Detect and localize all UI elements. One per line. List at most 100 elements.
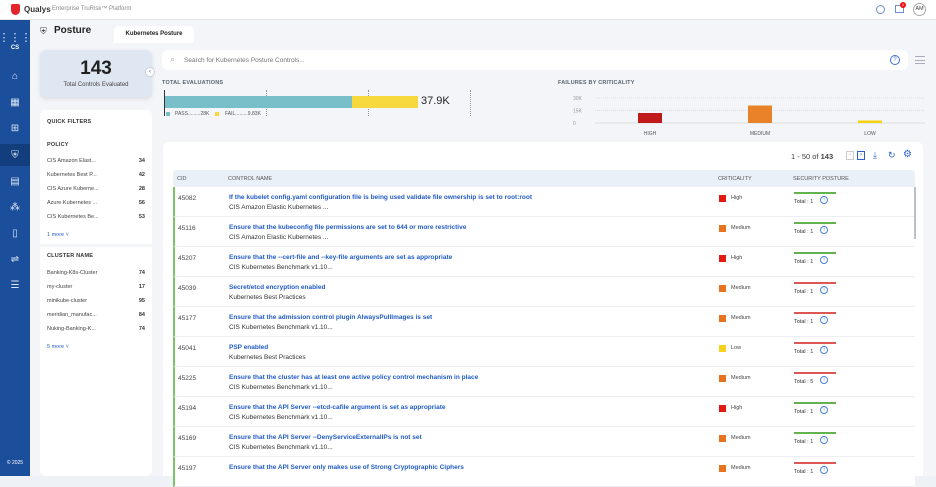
copyright: © 2025 [6,460,24,466]
table-row[interactable]: 45169 Ensure that the API Server --DenyS… [173,427,915,457]
help-icon[interactable] [876,5,885,14]
control-name-link[interactable]: Ensure that the API Server --etcd-cafile… [229,404,446,411]
table-row[interactable]: 45116 Ensure that the kubeconfig file pe… [173,217,915,247]
info-icon[interactable]: i [820,316,828,324]
quick-filters-panel [40,110,152,476]
posture-status-bar [794,282,836,284]
document-icon[interactable]: ▯ [0,222,30,244]
cluster-filter-item[interactable]: Banking-K8s-Cluster 74 [47,270,145,276]
control-policy: CIS Kubernetes Benchmark v1.10... [229,384,333,391]
cluster-filter-item[interactable]: Nuking-Banking-K... 74 [47,326,145,332]
menu-icon[interactable] [915,56,925,64]
table-row[interactable]: 45194 Ensure that the API Server --etcd-… [173,397,915,427]
control-policy: CIS Kubernetes Benchmark v1.10... [229,324,333,331]
policies-icon[interactable]: ⇌ [0,248,30,270]
header-security-posture[interactable]: SECURITY POSTURE [793,176,849,182]
dashboard-icon[interactable]: ▦ [0,91,30,113]
info-icon[interactable]: i [820,436,828,444]
table-row[interactable]: 45225 Ensure that the cluster has at lea… [173,367,915,397]
posture-icon[interactable]: ⛨ [0,144,30,166]
cluster-filter-item[interactable]: my-cluster 17 [47,284,145,290]
tab-label: Kubernetes Posture [125,31,183,37]
posture-icon: ⛨ [40,26,47,36]
info-icon[interactable]: i [820,256,828,264]
criticality-swatch [719,195,726,202]
user-avatar[interactable]: AM [913,3,926,16]
settings-icon[interactable]: ☰ [0,274,30,296]
info-icon[interactable]: i [820,346,828,354]
info-icon[interactable]: i [820,286,828,294]
posture-total: Total : 1 [794,349,814,355]
posture-total: Total : 1 [794,199,814,205]
header-cid[interactable]: CID [177,176,186,182]
policy-filter-item[interactable]: Kubernetes Best P... 42 [47,172,145,178]
reports-icon[interactable]: ▤ [0,170,30,192]
control-policy: CIS Kubernetes Benchmark v1.10... [229,414,333,421]
posture-total: Total : 1 [794,229,814,235]
info-icon[interactable]: i [820,406,828,414]
header-control-name[interactable]: CONTROL NAME [228,176,272,182]
cluster-more-link[interactable]: 5 more ˅ [47,344,69,350]
failures-chart-title: FAILURES BY CRITICALITY [558,80,635,86]
bar-low [858,120,882,123]
download-icon[interactable]: ⤓ [873,150,877,161]
filter-label: Banking-K8s-Cluster [47,270,98,276]
criticality-swatch [719,375,726,382]
policy-filter-item[interactable]: Azure Kubernetes ... 56 [47,200,145,206]
home-icon[interactable]: ⌂ [0,65,30,87]
criticality-swatch [719,225,726,232]
control-name-link[interactable]: Ensure that the API Server --DenyService… [229,434,422,441]
policy-filter-item[interactable]: CIS Kubernetes Be... 53 [47,214,145,220]
next-page-button[interactable]: › [857,151,865,160]
info-icon[interactable]: i [820,196,828,204]
refresh-icon[interactable]: ↻ [888,150,896,161]
control-name-link[interactable]: Ensure that the admission control plugin… [229,314,432,321]
clusters-icon[interactable]: ⁂ [0,196,30,218]
filter-count: 56 [138,200,145,206]
filter-label: CIS Azure Kuberne... [47,186,99,192]
policy-filter-item[interactable]: CIS Amazon Elast... 34 [47,158,145,164]
filter-label: Kubernetes Best P... [47,172,97,178]
cluster-filter-item[interactable]: meridian_manufac... 84 [47,312,145,318]
table-row[interactable]: 45177 Ensure that the admission control … [173,307,915,337]
tab-kubernetes-posture[interactable]: Kubernetes Posture [114,26,194,43]
filter-count: 74 [138,270,145,276]
criticality-swatch [719,405,726,412]
search-input[interactable] [184,54,864,66]
qualys-logo-icon [11,4,20,15]
inventory-icon[interactable]: ⊞ [0,117,30,139]
control-name-link[interactable]: Secret/etcd encryption enabled [229,284,325,291]
table-row[interactable]: 45197 Ensure that the API Server only ma… [173,457,915,487]
table-row[interactable]: 45082 If the kubelet config.yaml configu… [173,187,915,217]
table-scrollbar[interactable] [914,187,916,239]
control-name-link[interactable]: PSP enabled [229,344,268,351]
info-icon[interactable]: i [820,466,828,474]
control-name-link[interactable]: Ensure that the API Server only makes us… [229,464,464,471]
posture-total: Total : 1 [794,289,814,295]
posture-status-bar [794,372,836,374]
posture-total: Total : 5 [794,379,814,385]
cluster-filter-item[interactable]: minikube-cluster 95 [47,298,145,304]
search-help-icon[interactable]: ? [890,55,900,65]
control-name-link[interactable]: If the kubelet config.yaml configuration… [229,194,532,201]
table-row[interactable]: 45207 Ensure that the --cert-file and --… [173,247,915,277]
total-evaluations-bar [165,96,418,108]
posture-status-bar [794,432,836,434]
filter-count: 28 [138,186,145,192]
policy-filter-item[interactable]: CIS Azure Kuberne... 28 [47,186,145,192]
filter-count: 84 [138,312,145,318]
control-name-link[interactable]: Ensure that the kubeconfig file permissi… [229,224,466,231]
table-row[interactable]: 45039 Secret/etcd encryption enabled Kub… [173,277,915,307]
search-bar[interactable]: ⌕ ? [162,50,908,70]
info-icon[interactable]: i [820,376,828,384]
collapse-panel-button[interactable]: ‹ [145,67,155,77]
table-row[interactable]: 45041 PSP enabled Kubernetes Best Practi… [173,337,915,367]
criticality-label: High [731,195,743,201]
control-name-link[interactable]: Ensure that the --cert-file and --key-fi… [229,254,452,261]
control-name-link[interactable]: Ensure that the cluster has at least one… [229,374,478,381]
settings-gear-icon[interactable]: ⚙ [903,149,912,160]
policy-more-link[interactable]: 1 more ˅ [47,232,69,238]
prev-page-button[interactable]: ‹ [846,151,854,160]
info-icon[interactable]: i [820,226,828,234]
header-criticality[interactable]: CRITICALITY [718,176,752,182]
